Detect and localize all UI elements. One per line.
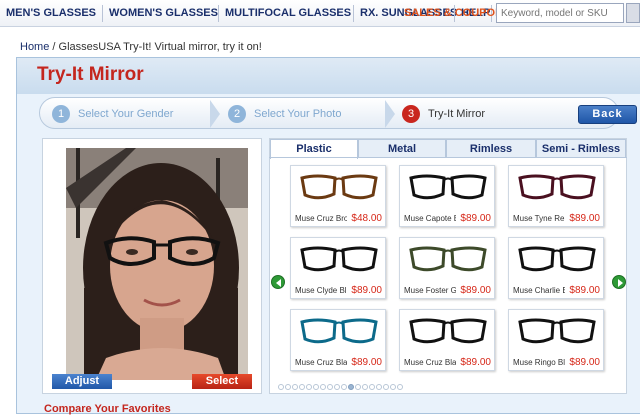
nav-sales-coupons[interactable]: SALES & COUPONS bbox=[404, 0, 510, 27]
frame-name: Muse Ringo Bl... bbox=[513, 358, 565, 367]
nav-sales-coupons-label: SALES & COUPONS bbox=[404, 7, 511, 19]
breadcrumb-current: GlassesUSA Try-It! Virtual mirror, try i… bbox=[58, 41, 262, 53]
pagination-dot[interactable] bbox=[376, 384, 382, 390]
frame-price: $89.00 bbox=[569, 285, 600, 296]
frame-name: Muse Cruz Bro... bbox=[295, 214, 347, 223]
frame-glasses-icon bbox=[409, 246, 487, 272]
step-divider-icon bbox=[385, 100, 395, 128]
pagination-dot[interactable] bbox=[278, 384, 284, 390]
frame-price: $89.00 bbox=[569, 357, 600, 368]
frame-name: Muse Tyne Re... bbox=[513, 214, 565, 223]
pagination-dot[interactable] bbox=[320, 384, 326, 390]
frame-name: Muse Cruz Bla... bbox=[404, 358, 456, 367]
search-input[interactable] bbox=[496, 3, 624, 23]
frame-tile[interactable]: Muse Charlie B... $89.00 bbox=[508, 237, 604, 299]
nav-multifocal-glasses[interactable]: MULTIFOCAL GLASSES bbox=[225, 0, 351, 27]
pagination-dot[interactable] bbox=[306, 384, 312, 390]
tab-rimless[interactable]: Rimless bbox=[446, 139, 536, 157]
pagination-dot[interactable] bbox=[285, 384, 291, 390]
adjust-button[interactable]: Adjust bbox=[52, 374, 112, 389]
frame-name: Muse Charlie B... bbox=[513, 286, 565, 295]
pagination-dot[interactable] bbox=[341, 384, 347, 390]
step-try-it-mirror[interactable]: 3 Try-It Mirror bbox=[402, 103, 485, 125]
breadcrumb: Home / GlassesUSA Try-It! Virtual mirror… bbox=[20, 41, 262, 53]
frame-tile[interactable]: Muse Cruz Bro... $48.00 bbox=[290, 165, 386, 227]
nav-separator bbox=[102, 5, 103, 22]
pagination-dot[interactable] bbox=[390, 384, 396, 390]
pagination-dots bbox=[278, 384, 404, 392]
frame-name: Muse Clyde Bl... bbox=[295, 286, 347, 295]
frame-price: $89.00 bbox=[460, 285, 491, 296]
panel-header: Try-It Mirror bbox=[17, 58, 640, 94]
nav-mens-glasses[interactable]: MEN'S GLASSES bbox=[6, 0, 96, 27]
step-number: 3 bbox=[402, 105, 420, 124]
step-divider-icon bbox=[210, 100, 220, 128]
frame-tile[interactable]: Muse Ringo Bl... $89.00 bbox=[508, 309, 604, 371]
tab-semi-rimless[interactable]: Semi - Rimless bbox=[536, 139, 626, 157]
frame-glasses-icon bbox=[409, 174, 487, 200]
frame-name: Muse Capote B... bbox=[404, 214, 456, 223]
frame-price: $89.00 bbox=[460, 213, 491, 224]
breadcrumb-separator: / bbox=[49, 41, 59, 53]
pagination-dot[interactable] bbox=[383, 384, 389, 390]
tab-metal[interactable]: Metal bbox=[358, 139, 446, 157]
back-button[interactable]: Back bbox=[578, 105, 637, 124]
frame-glasses-icon bbox=[518, 318, 596, 344]
frame-price: $89.00 bbox=[460, 357, 491, 368]
step-label: Select Your Gender bbox=[78, 108, 174, 120]
tab-plastic[interactable]: Plastic bbox=[270, 139, 358, 159]
user-photo bbox=[66, 148, 248, 380]
next-arrow-icon[interactable] bbox=[612, 275, 626, 289]
search-button[interactable] bbox=[626, 3, 640, 23]
pagination-dot[interactable] bbox=[334, 384, 340, 390]
frame-glasses-icon bbox=[409, 318, 487, 344]
frame-tile[interactable]: Muse Capote B... $89.00 bbox=[399, 165, 495, 227]
nav-separator bbox=[218, 5, 219, 22]
frame-tile[interactable]: Muse Tyne Re... $89.00 bbox=[508, 165, 604, 227]
frame-tile[interactable]: Muse Cruz Bla... $89.00 bbox=[290, 309, 386, 371]
frame-name: Muse Cruz Bla... bbox=[295, 358, 347, 367]
step-number: 1 bbox=[52, 105, 70, 124]
pagination-dot[interactable] bbox=[313, 384, 319, 390]
prev-arrow-icon[interactable] bbox=[271, 275, 285, 289]
step-label: Try-It Mirror bbox=[428, 108, 486, 120]
user-photo-image bbox=[66, 148, 248, 380]
pagination-dot[interactable] bbox=[369, 384, 375, 390]
step-select-gender[interactable]: 1 Select Your Gender bbox=[52, 103, 173, 125]
nav-separator bbox=[353, 5, 354, 22]
step-label: Select Your Photo bbox=[254, 108, 342, 120]
pagination-dot[interactable] bbox=[362, 384, 368, 390]
pagination-dot[interactable] bbox=[292, 384, 298, 390]
frame-tile[interactable]: Muse Foster Gr... $89.00 bbox=[399, 237, 495, 299]
breadcrumb-home[interactable]: Home bbox=[20, 41, 49, 53]
frame-price: $89.00 bbox=[351, 357, 382, 368]
pagination-dot[interactable] bbox=[355, 384, 361, 390]
step-number: 2 bbox=[228, 105, 246, 124]
compare-favorites-heading: Compare Your Favorites bbox=[44, 403, 171, 415]
frame-tile[interactable]: Muse Clyde Bl... $89.00 bbox=[290, 237, 386, 299]
steps-bar: 1 Select Your Gender 2 Select Your Photo 3… bbox=[39, 97, 619, 129]
page-title: Try-It Mirror bbox=[37, 64, 144, 85]
tab-divider bbox=[269, 157, 627, 158]
frame-name: Muse Foster Gr... bbox=[404, 286, 456, 295]
step-select-photo[interactable]: 2 Select Your Photo bbox=[228, 103, 341, 125]
frame-glasses-icon bbox=[518, 246, 596, 272]
select-button[interactable]: Select bbox=[192, 374, 252, 389]
frame-price: $48.00 bbox=[351, 213, 382, 224]
frame-price: $89.00 bbox=[351, 285, 382, 296]
pagination-dot[interactable] bbox=[299, 384, 305, 390]
pagination-dot[interactable] bbox=[327, 384, 333, 390]
pagination-dot[interactable] bbox=[348, 384, 354, 390]
frame-glasses-icon bbox=[300, 318, 378, 344]
frame-price: $89.00 bbox=[569, 213, 600, 224]
nav-womens-glasses[interactable]: WOMEN'S GLASSES bbox=[109, 0, 218, 27]
pagination-dot[interactable] bbox=[397, 384, 403, 390]
frame-glasses-icon bbox=[300, 174, 378, 200]
frame-tile[interactable]: Muse Cruz Bla... $89.00 bbox=[399, 309, 495, 371]
frame-glasses-icon bbox=[300, 246, 378, 272]
frame-glasses-icon bbox=[518, 174, 596, 200]
